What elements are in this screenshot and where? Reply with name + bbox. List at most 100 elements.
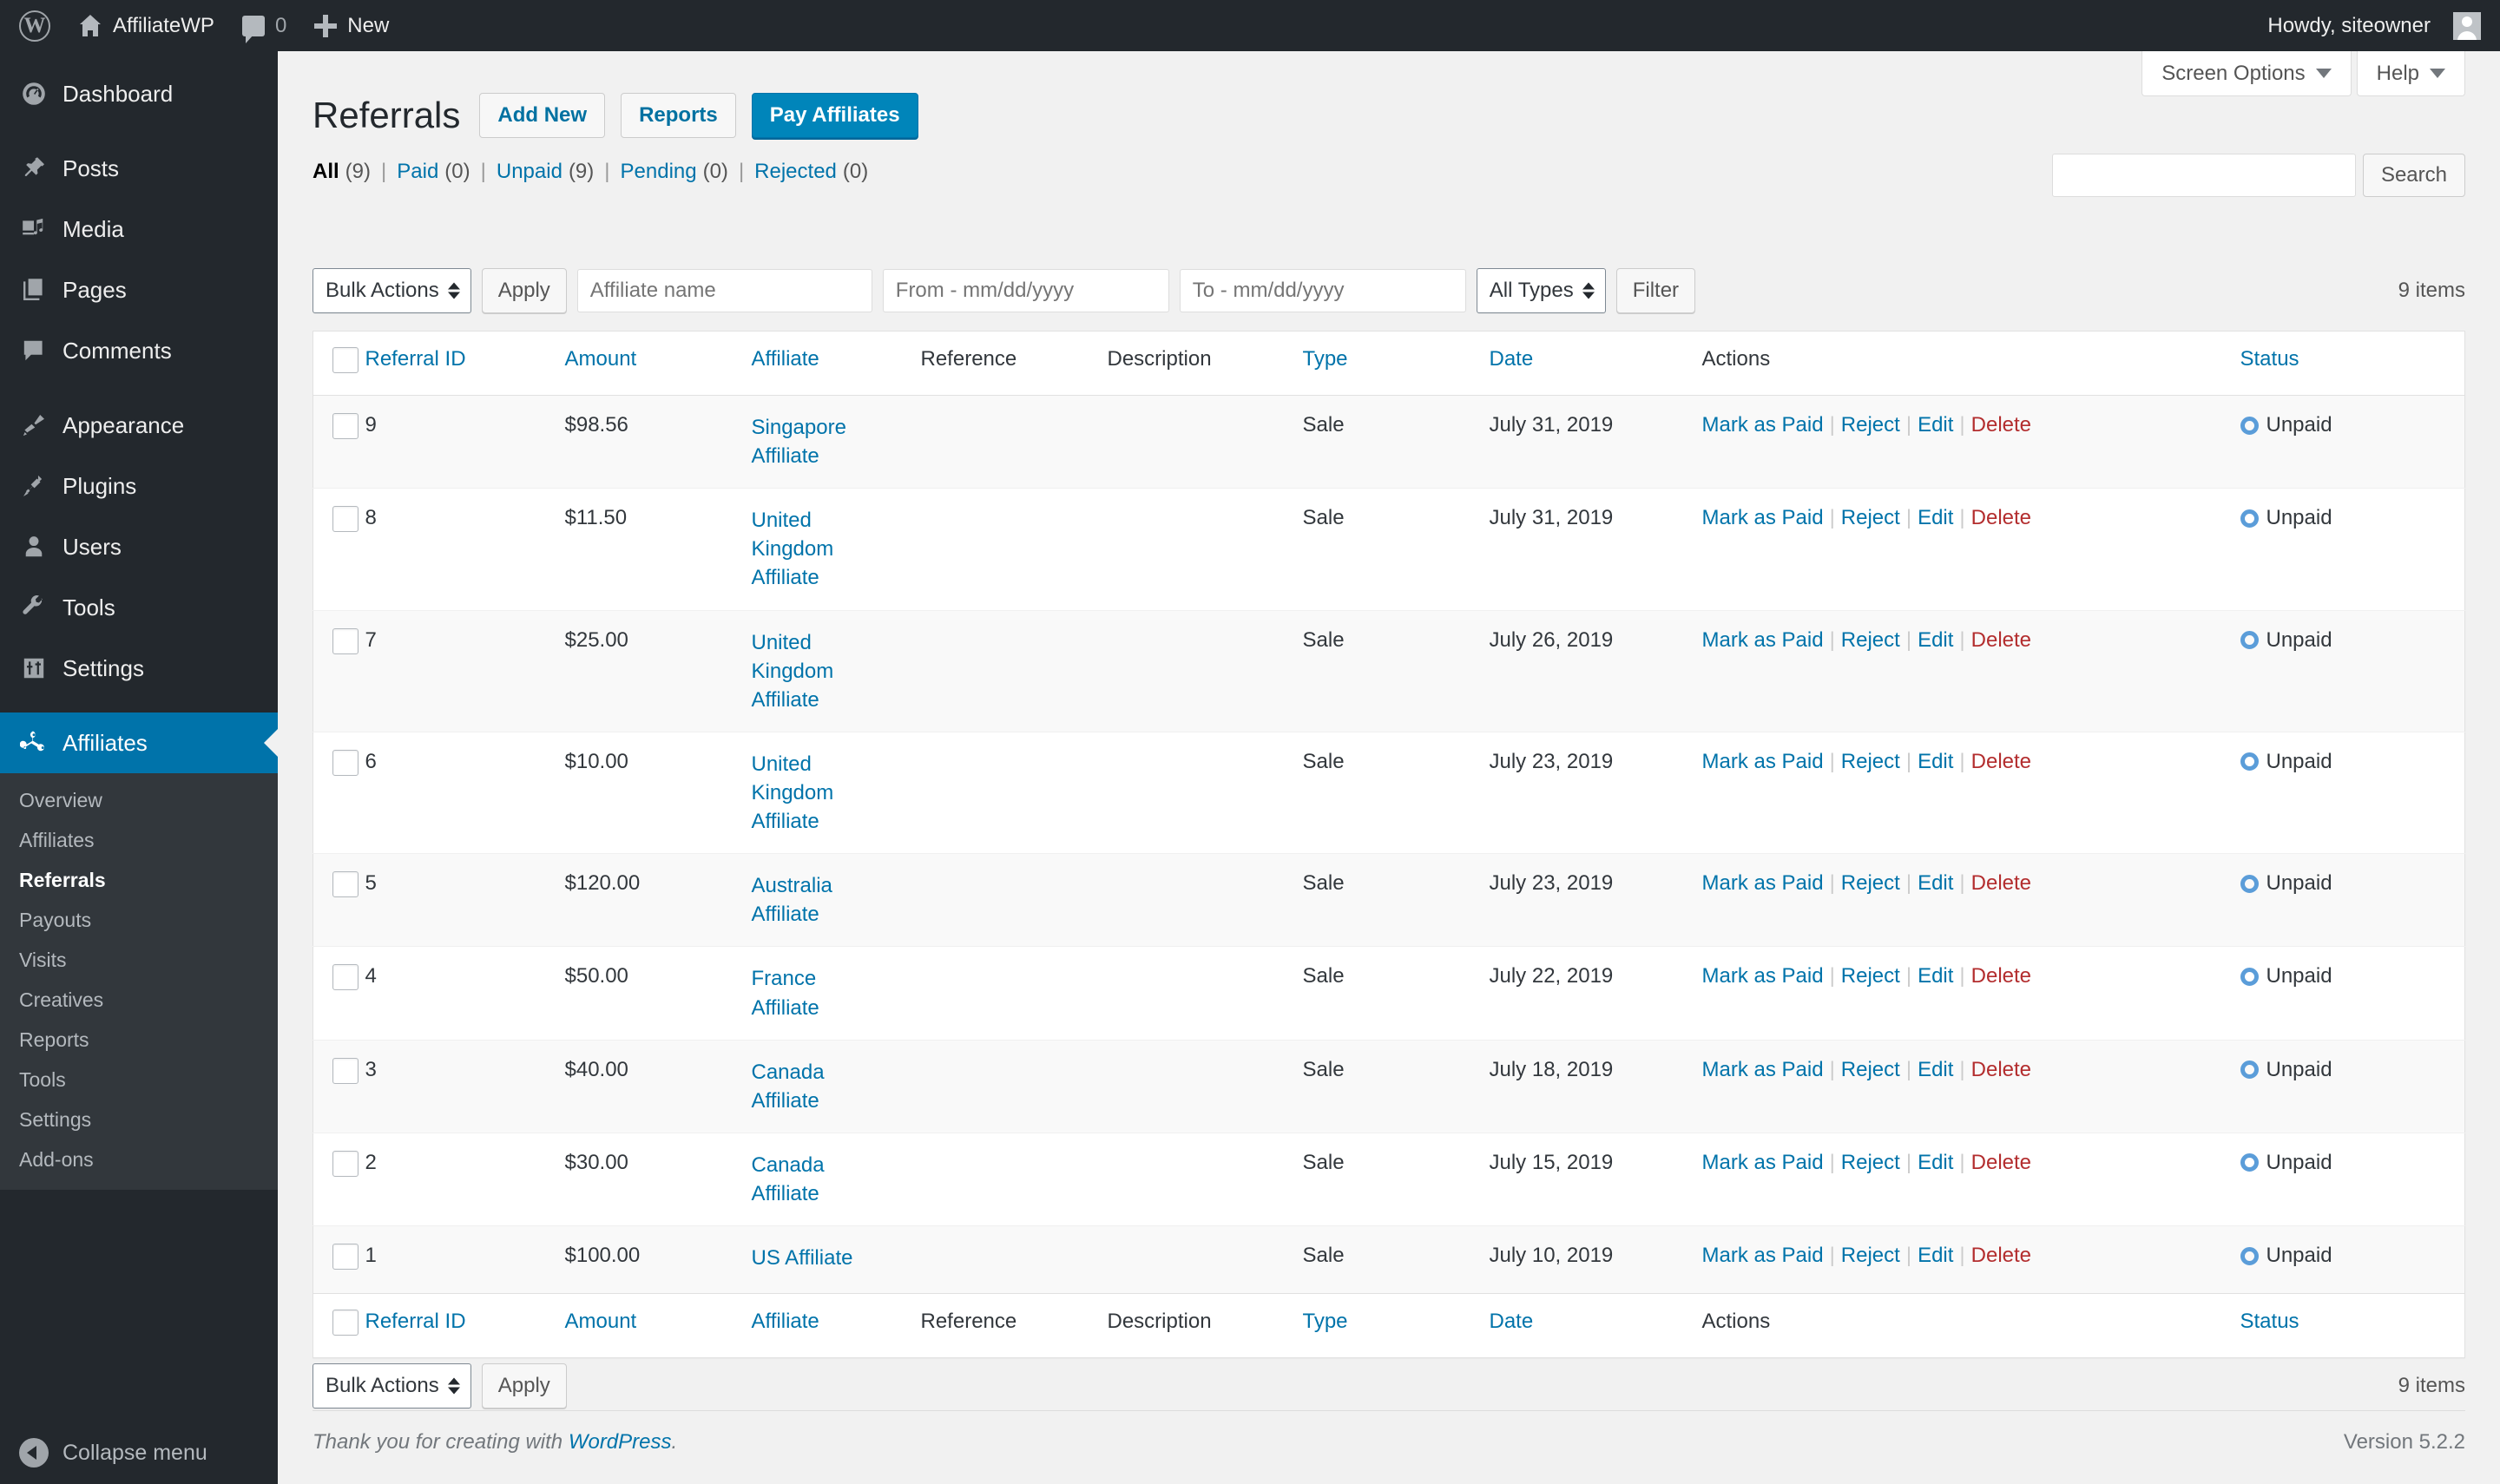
affiliate-link[interactable]: Canada Affiliate (752, 1058, 878, 1115)
view-rejected[interactable]: Rejected (0) (754, 160, 868, 184)
edit-link[interactable]: Edit (1918, 1058, 1953, 1081)
mark-as-paid-link[interactable]: Mark as Paid (1702, 413, 1824, 437)
wp-logo-menu[interactable]: W (0, 0, 64, 51)
screen-options-button[interactable]: Screen Options (2141, 51, 2351, 96)
delete-link[interactable]: Delete (1971, 1151, 2031, 1174)
help-button[interactable]: Help (2357, 51, 2465, 96)
affiliate-link[interactable]: US Affiliate (752, 1244, 878, 1272)
site-name-menu[interactable]: AffiliateWP (64, 0, 228, 51)
collapse-menu-button[interactable]: Collapse menu (0, 1422, 278, 1484)
sidebar-item-dashboard[interactable]: Dashboard (0, 63, 278, 124)
sidebar-item-plugins[interactable]: Plugins (0, 456, 278, 516)
search-button[interactable]: Search (2363, 154, 2465, 197)
submenu-item-reports[interactable]: Reports (0, 1020, 278, 1060)
view-paid-link[interactable]: Paid (397, 160, 438, 184)
reject-link[interactable]: Reject (1841, 628, 1900, 652)
delete-link[interactable]: Delete (1971, 413, 2031, 437)
reject-link[interactable]: Reject (1841, 506, 1900, 529)
sidebar-item-appearance[interactable]: Appearance (0, 395, 278, 456)
sidebar-item-tools[interactable]: Tools (0, 577, 278, 638)
sidebar-item-pages[interactable]: Pages (0, 259, 278, 320)
column-header-type[interactable]: Type (1303, 332, 1490, 396)
mark-as-paid-link[interactable]: Mark as Paid (1702, 1244, 1824, 1267)
column-footer-amount[interactable]: Amount (565, 1294, 752, 1358)
edit-link[interactable]: Edit (1918, 964, 1953, 988)
reject-link[interactable]: Reject (1841, 1151, 1900, 1174)
view-unpaid[interactable]: Unpaid (9) (497, 160, 594, 184)
column-header-date[interactable]: Date (1490, 332, 1702, 396)
edit-link[interactable]: Edit (1918, 750, 1953, 773)
view-pending-link[interactable]: Pending (621, 160, 697, 184)
delete-link[interactable]: Delete (1971, 871, 2031, 895)
column-header-referral-id[interactable]: Referral ID (365, 332, 565, 396)
affiliate-link[interactable]: United Kingdom Affiliate (752, 750, 878, 836)
mark-as-paid-link[interactable]: Mark as Paid (1702, 1058, 1824, 1081)
submenu-item-referrals[interactable]: Referrals (0, 860, 278, 900)
mark-as-paid-link[interactable]: Mark as Paid (1702, 1151, 1824, 1174)
reject-link[interactable]: Reject (1841, 413, 1900, 437)
search-input[interactable] (2052, 154, 2356, 197)
mark-as-paid-link[interactable]: Mark as Paid (1702, 871, 1824, 895)
delete-link[interactable]: Delete (1971, 1058, 2031, 1081)
column-footer-status[interactable]: Status (2240, 1294, 2465, 1358)
edit-link[interactable]: Edit (1918, 413, 1953, 437)
apply-button-top[interactable]: Apply (482, 268, 567, 313)
my-account-menu[interactable]: Howdy, siteowner (2253, 0, 2481, 51)
row-checkbox[interactable] (332, 1244, 359, 1270)
reports-button[interactable]: Reports (621, 93, 736, 138)
affiliate-link[interactable]: France Affiliate (752, 964, 878, 1021)
view-pending[interactable]: Pending (0) (621, 160, 728, 184)
reject-link[interactable]: Reject (1841, 871, 1900, 895)
submenu-item-tools[interactable]: Tools (0, 1060, 278, 1100)
row-checkbox[interactable] (332, 750, 359, 776)
sidebar-item-settings[interactable]: Settings (0, 638, 278, 699)
type-filter-select[interactable]: All Types (1477, 268, 1606, 313)
sidebar-item-affiliates[interactable]: Affiliates (0, 712, 278, 773)
view-rejected-link[interactable]: Rejected (754, 160, 837, 184)
add-new-button[interactable]: Add New (479, 93, 605, 138)
reject-link[interactable]: Reject (1841, 1058, 1900, 1081)
edit-link[interactable]: Edit (1918, 628, 1953, 652)
affiliate-link[interactable]: Singapore Affiliate (752, 413, 878, 470)
submenu-item-overview[interactable]: Overview (0, 780, 278, 820)
reject-link[interactable]: Reject (1841, 964, 1900, 988)
row-checkbox[interactable] (332, 628, 359, 654)
affiliate-link[interactable]: Canada Affiliate (752, 1151, 878, 1208)
edit-link[interactable]: Edit (1918, 871, 1953, 895)
affiliate-link[interactable]: United Kingdom Affiliate (752, 628, 878, 714)
row-checkbox[interactable] (332, 871, 359, 897)
view-all[interactable]: All (9) (312, 160, 371, 184)
submenu-item-visits[interactable]: Visits (0, 940, 278, 980)
column-header-status[interactable]: Status (2240, 332, 2465, 396)
sidebar-item-comments[interactable]: Comments (0, 320, 278, 381)
mark-as-paid-link[interactable]: Mark as Paid (1702, 750, 1824, 773)
date-to-input[interactable] (1180, 269, 1466, 312)
pay-affiliates-button[interactable]: Pay Affiliates (752, 93, 918, 138)
submenu-item-affiliates[interactable]: Affiliates (0, 820, 278, 860)
row-checkbox[interactable] (332, 1151, 359, 1177)
filter-button[interactable]: Filter (1616, 268, 1695, 313)
column-footer-affiliate[interactable]: Affiliate (752, 1294, 921, 1358)
mark-as-paid-link[interactable]: Mark as Paid (1702, 506, 1824, 529)
select-all-checkbox-footer[interactable] (332, 1310, 359, 1336)
date-from-input[interactable] (883, 269, 1169, 312)
wordpress-link[interactable]: WordPress (569, 1430, 672, 1454)
apply-button-bottom[interactable]: Apply (482, 1363, 567, 1408)
submenu-item-settings[interactable]: Settings (0, 1100, 278, 1139)
row-checkbox[interactable] (332, 413, 359, 439)
view-all-link[interactable]: All (312, 160, 339, 184)
edit-link[interactable]: Edit (1918, 1244, 1953, 1267)
submenu-item-payouts[interactable]: Payouts (0, 900, 278, 940)
reject-link[interactable]: Reject (1841, 750, 1900, 773)
sidebar-item-media[interactable]: Media (0, 199, 278, 259)
row-checkbox[interactable] (332, 1058, 359, 1084)
column-footer-type[interactable]: Type (1303, 1294, 1490, 1358)
column-header-amount[interactable]: Amount (565, 332, 752, 396)
edit-link[interactable]: Edit (1918, 1151, 1953, 1174)
bulk-actions-select-top[interactable]: Bulk Actions (312, 268, 471, 313)
select-all-checkbox[interactable] (332, 347, 359, 373)
row-checkbox[interactable] (332, 506, 359, 532)
mark-as-paid-link[interactable]: Mark as Paid (1702, 964, 1824, 988)
submenu-item-creatives[interactable]: Creatives (0, 980, 278, 1020)
delete-link[interactable]: Delete (1971, 964, 2031, 988)
